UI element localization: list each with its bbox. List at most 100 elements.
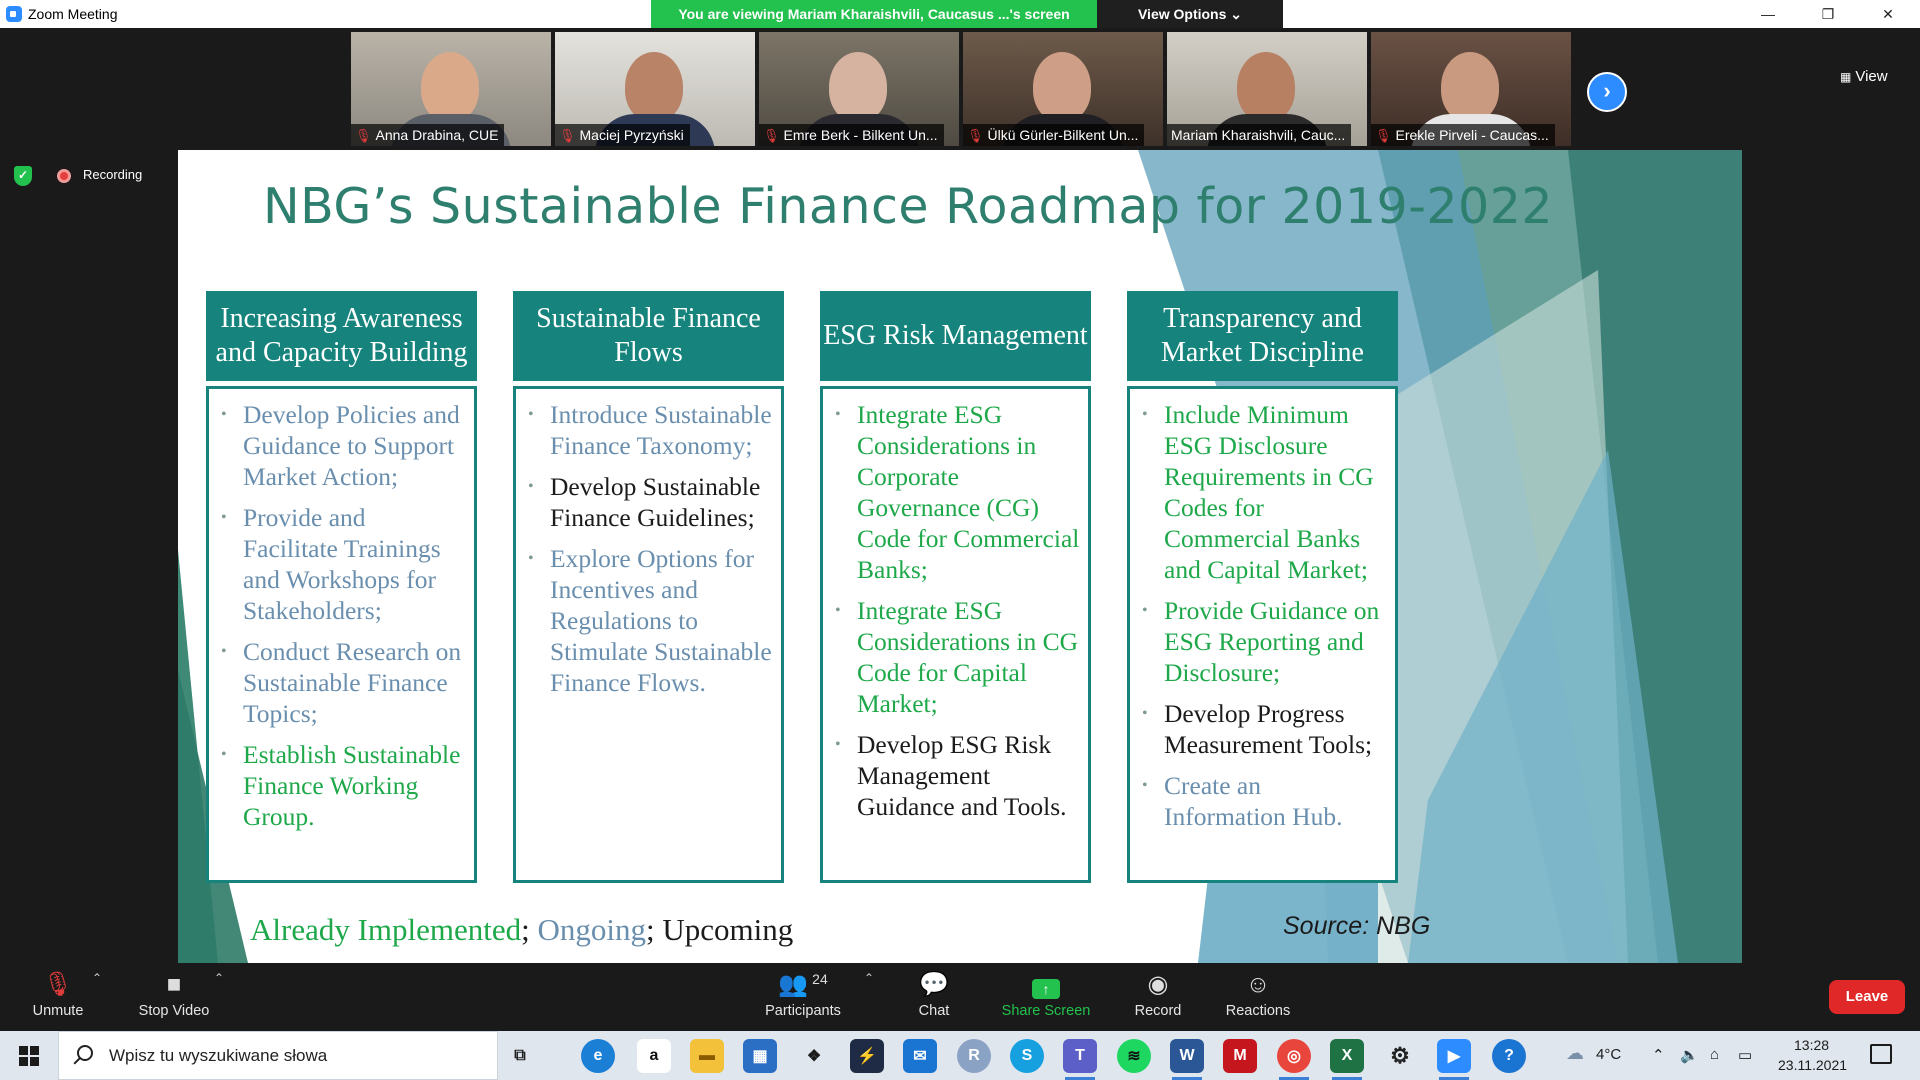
skype-icon[interactable]: S bbox=[1010, 1039, 1044, 1073]
powershell-icon[interactable]: ⚡ bbox=[850, 1039, 884, 1073]
roadmap-column: Integrate ESG Considerations in Corporat… bbox=[820, 386, 1091, 883]
close-button[interactable]: ✕ bbox=[1868, 3, 1908, 25]
chat-button[interactable]: 💬 Chat bbox=[900, 963, 968, 1031]
record-button[interactable]: ◉ Record bbox=[1124, 963, 1192, 1031]
minimize-button[interactable]: — bbox=[1748, 3, 1788, 25]
legend-implemented: Already Implemented bbox=[250, 912, 522, 947]
unmute-button[interactable]: 🎙 Unmute bbox=[22, 963, 94, 1031]
video-tile[interactable]: 🎙 Ülkü Gürler-Bilkent Un... bbox=[963, 32, 1163, 146]
reactions-button[interactable]: ☺ Reactions bbox=[1219, 963, 1297, 1031]
participant-name-tag: 🎙 Anna Drabina, CUE bbox=[351, 124, 505, 146]
muted-mic-icon: 🎙 bbox=[763, 128, 780, 143]
zoom-icon[interactable]: ▶ bbox=[1437, 1039, 1471, 1080]
task-view-icon[interactable]: ⧉ bbox=[503, 1039, 537, 1073]
roadmap-item: Provide Guidance on ESG Reporting and Di… bbox=[1140, 595, 1387, 688]
windows-taskbar: ⧉ e a ▬ ▦ ❖ ⚡ ✉ R S T ≋ W M ◎ X ⚙ ▶ ? ☁ … bbox=[0, 1031, 1920, 1080]
edge-icon[interactable]: e bbox=[581, 1039, 615, 1073]
stop-video-button[interactable]: ■ Stop Video bbox=[128, 963, 220, 1031]
leave-button[interactable]: Leave bbox=[1829, 980, 1905, 1014]
taskbar-search[interactable] bbox=[58, 1031, 498, 1080]
roadmap-column: Introduce Sustainable Finance Taxonomy; … bbox=[513, 386, 784, 883]
grid-icon: ▦ bbox=[1840, 70, 1852, 84]
participants-count: 24 bbox=[812, 971, 828, 987]
participant-name-tag: 🎙 Maciej Pyrzyński bbox=[555, 124, 690, 146]
participants-options-caret[interactable]: ⌃ bbox=[864, 971, 874, 985]
battery-icon[interactable]: ▭ bbox=[1738, 1046, 1752, 1064]
video-gallery: 🎙 Anna Drabina, CUE 🎙 Maciej Pyrzyński 🎙 Em… bbox=[0, 28, 1920, 150]
chrome-icon[interactable]: ◎ bbox=[1277, 1039, 1311, 1080]
webcam-icon[interactable]: ⌂ bbox=[1710, 1046, 1719, 1063]
chevron-right-icon[interactable]: › bbox=[1587, 72, 1627, 112]
chat-icon: 💬 bbox=[919, 971, 949, 998]
store-icon[interactable]: ▦ bbox=[743, 1039, 777, 1073]
video-tile-active-speaker[interactable]: Mariam Kharaishvili, Cauc... bbox=[1167, 32, 1367, 146]
roadmap-column: Develop Policies and Guidance to Support… bbox=[206, 386, 477, 883]
shared-screen-slide: NBG’s Sustainable Finance Roadmap for 20… bbox=[178, 150, 1742, 963]
column-heading: ESG Risk Management bbox=[820, 291, 1091, 381]
roadmap-item: Integrate ESG Considerations in CG Code … bbox=[833, 595, 1080, 719]
spotify-icon[interactable]: ≋ bbox=[1117, 1039, 1151, 1073]
participants-button[interactable]: 👥 24 Participants bbox=[757, 963, 849, 1031]
tray-chevron-icon[interactable]: ⌃ bbox=[1652, 1046, 1665, 1064]
column-heading: Transparency and Market Discipline bbox=[1127, 291, 1398, 381]
roadmap-item: Develop ESG Risk Management Guidance and… bbox=[833, 729, 1080, 822]
video-tile[interactable]: 🎙 Anna Drabina, CUE bbox=[351, 32, 551, 146]
legend-upcoming: Upcoming bbox=[662, 912, 794, 947]
column-heading: Increasing Awareness and Capacity Buildi… bbox=[206, 291, 477, 381]
share-screen-icon: ↑ bbox=[996, 963, 1096, 999]
video-tile[interactable]: 🎙 Emre Berk - Bilkent Un... bbox=[759, 32, 959, 146]
status-legend: Already Implemented; Ongoing; Upcoming bbox=[250, 912, 793, 948]
temperature[interactable]: 4°C bbox=[1596, 1046, 1621, 1063]
recording-label: Recording bbox=[83, 167, 143, 182]
muted-mic-icon: 🎙 bbox=[355, 128, 372, 143]
mendeley-icon[interactable]: M bbox=[1223, 1039, 1257, 1073]
muted-mic-icon: 🎙 bbox=[559, 128, 576, 143]
file-explorer-icon[interactable]: ▬ bbox=[690, 1039, 724, 1073]
roadmap-column: Include Minimum ESG Disclosure Requireme… bbox=[1127, 386, 1398, 883]
roadmap-item: Create an Information Hub. bbox=[1140, 770, 1387, 832]
participant-name-tag: 🎙 Emre Berk - Bilkent Un... bbox=[759, 124, 944, 146]
encryption-shield-icon[interactable]: ✓ bbox=[14, 166, 32, 186]
roadmap-item: Conduct Research on Sustainable Finance … bbox=[219, 636, 466, 729]
view-layout-button[interactable]: ▦ View bbox=[1840, 68, 1888, 85]
video-camera-icon: ■ bbox=[166, 971, 182, 998]
video-tile[interactable]: 🎙 Maciej Pyrzyński bbox=[555, 32, 755, 146]
slide-title: NBG’s Sustainable Finance Roadmap for 20… bbox=[263, 178, 1554, 235]
view-options-button[interactable]: View Options ⌄ bbox=[1097, 0, 1283, 28]
search-icon bbox=[77, 1045, 93, 1061]
clock-time[interactable]: 13:28 bbox=[1794, 1037, 1829, 1053]
zoom-app-icon bbox=[6, 6, 22, 22]
roadmap-item: Establish Sustainable Finance Working Gr… bbox=[219, 739, 466, 832]
excel-icon[interactable]: X bbox=[1330, 1039, 1364, 1080]
start-button[interactable] bbox=[0, 1031, 58, 1080]
volume-icon[interactable]: 🔈 bbox=[1680, 1046, 1699, 1064]
clock-date[interactable]: 23.11.2021 bbox=[1778, 1057, 1847, 1073]
roadmap-item: Develop Policies and Guidance to Support… bbox=[219, 399, 466, 492]
legend-ongoing: Ongoing bbox=[537, 912, 647, 947]
mail-icon[interactable]: ✉ bbox=[903, 1039, 937, 1073]
word-icon[interactable]: W bbox=[1170, 1039, 1204, 1080]
roadmap-item: Explore Options for Incentives and Regul… bbox=[526, 543, 773, 698]
video-tile[interactable]: 🎙 Erekle Pirveli - Caucas... bbox=[1371, 32, 1571, 146]
window-title: Zoom Meeting bbox=[28, 6, 118, 22]
audio-options-caret[interactable]: ⌃ bbox=[92, 971, 102, 985]
amazon-icon[interactable]: a bbox=[637, 1039, 671, 1073]
column-heading: Sustainable Finance Flows bbox=[513, 291, 784, 381]
recording-icon bbox=[57, 169, 71, 183]
roadmap-item: Provide and Facilitate Trainings and Wor… bbox=[219, 502, 466, 626]
search-input[interactable] bbox=[109, 1044, 489, 1068]
restore-button[interactable]: ❐ bbox=[1808, 3, 1848, 25]
dropbox-icon[interactable]: ❖ bbox=[797, 1039, 831, 1073]
video-options-caret[interactable]: ⌃ bbox=[214, 971, 224, 985]
muted-mic-icon: 🎙 bbox=[42, 971, 74, 998]
roadmap-item: Include Minimum ESG Disclosure Requireme… bbox=[1140, 399, 1387, 585]
r-icon[interactable]: R bbox=[957, 1039, 991, 1073]
share-screen-button[interactable]: ↑ Share Screen bbox=[996, 963, 1096, 1031]
help-icon[interactable]: ? bbox=[1492, 1039, 1526, 1073]
weather-icon[interactable]: ☁ bbox=[1566, 1043, 1584, 1064]
reactions-icon: ☺ bbox=[1245, 971, 1271, 998]
teams-icon[interactable]: T bbox=[1063, 1039, 1097, 1080]
meeting-controls: 🎙 Unmute ⌃ ■ Stop Video ⌃ 👥 24 Participan… bbox=[0, 963, 1920, 1031]
notifications-icon[interactable] bbox=[1870, 1044, 1892, 1064]
settings-icon[interactable]: ⚙ bbox=[1383, 1039, 1417, 1073]
